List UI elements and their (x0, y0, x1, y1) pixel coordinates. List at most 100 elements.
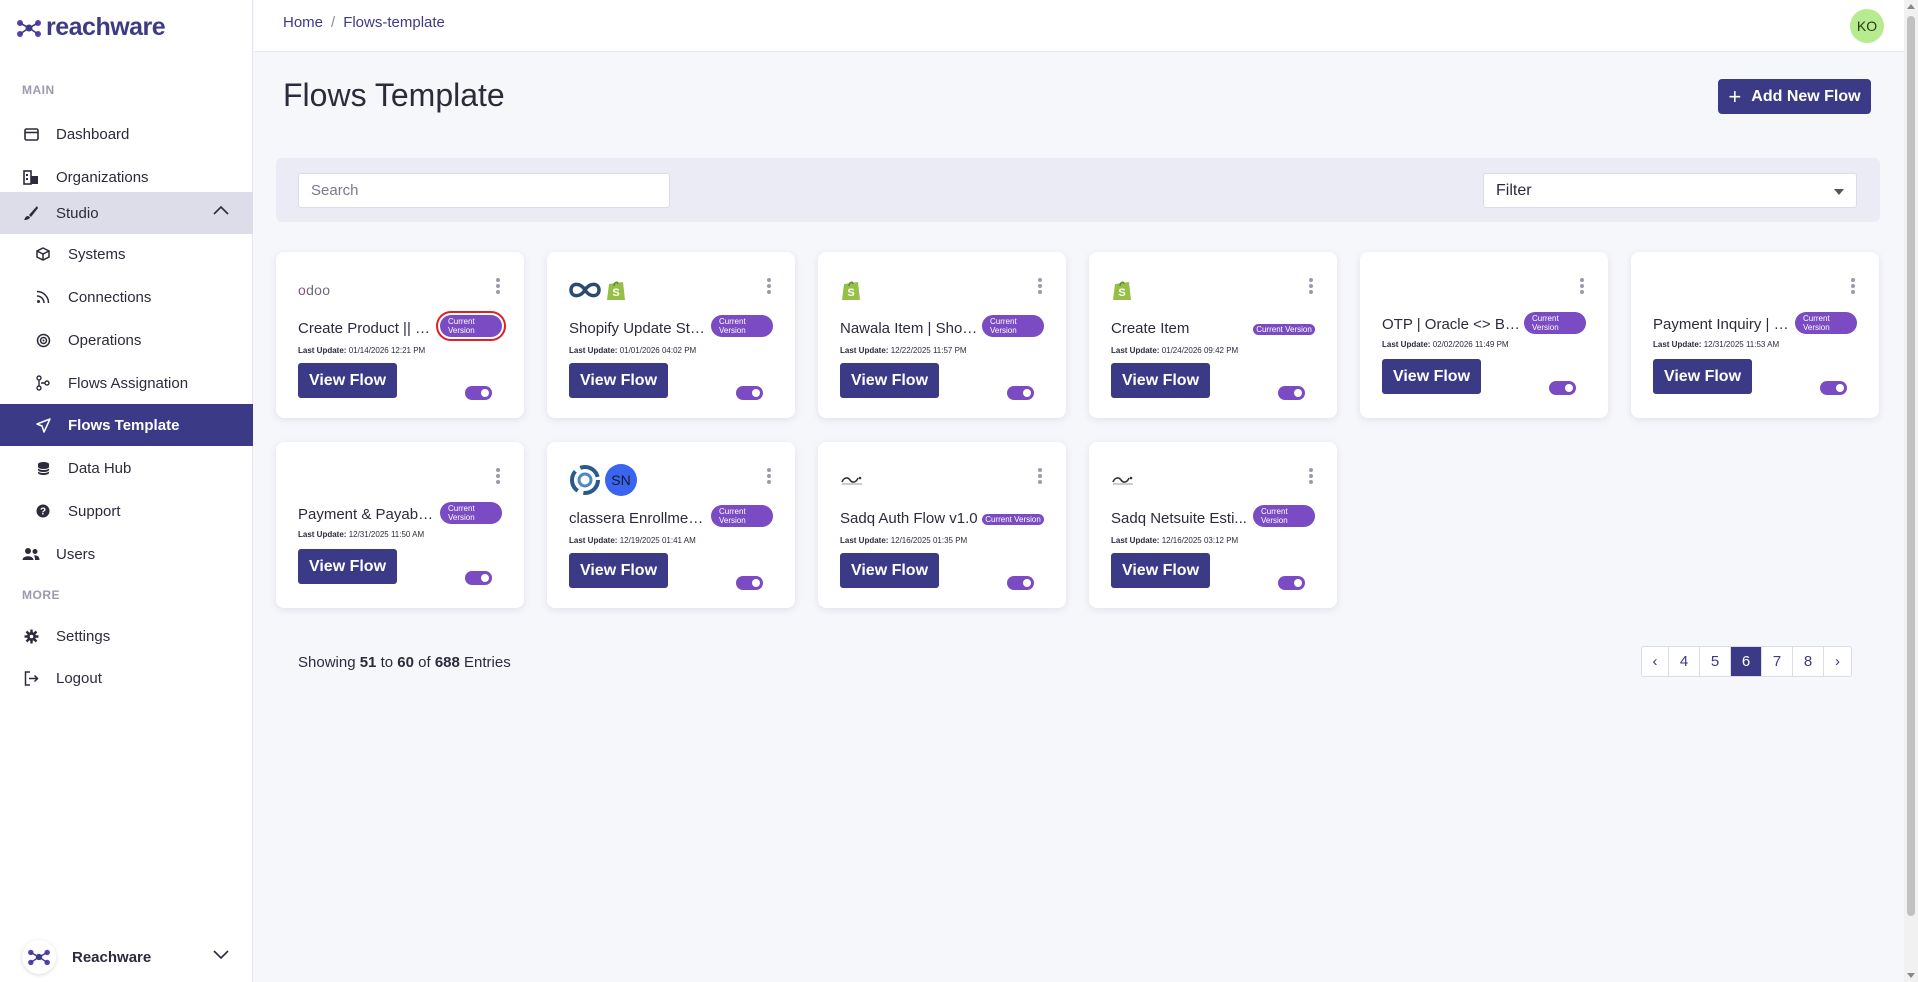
more-options-icon[interactable] (1038, 278, 1042, 294)
section-label-main: MAIN (22, 83, 55, 97)
view-flow-button[interactable]: View Flow (298, 549, 397, 584)
badge-line: Current (1532, 314, 1559, 323)
card-icons (840, 466, 864, 494)
sidebar-item-logout[interactable]: Logout (0, 657, 253, 699)
last-update: Last Update: 12/19/2025 01:41 AM (569, 536, 696, 545)
badge-line: Current Version (1256, 325, 1312, 334)
logout-icon (22, 669, 40, 687)
more-options-icon[interactable] (1580, 278, 1584, 294)
page-button[interactable]: 4 (1669, 647, 1700, 676)
shopify-logo-icon: S (842, 281, 860, 300)
enable-toggle[interactable] (1007, 386, 1034, 400)
users-icon (22, 545, 40, 563)
card-title: Payment & Payable... (298, 506, 436, 523)
last-update-value: 12/16/2025 03:12 PM (1161, 536, 1239, 545)
breadcrumb-current[interactable]: Flows-template (343, 14, 445, 31)
enable-toggle[interactable] (1549, 381, 1576, 395)
showing-from: 51 (359, 654, 377, 671)
flow-card: Payment Inquiry | O... Current Version La… (1631, 252, 1879, 418)
card-icons: S (569, 276, 627, 304)
enable-toggle[interactable] (736, 386, 763, 400)
badge-line: Version (719, 326, 746, 335)
more-options-icon[interactable] (1309, 468, 1313, 484)
sidebar-item-label: Logout (56, 669, 102, 687)
filter-select[interactable]: Filter (1483, 173, 1857, 208)
view-flow-button[interactable]: View Flow (1111, 553, 1210, 588)
last-update: Last Update: 01/24/2026 09:42 PM (1111, 346, 1238, 355)
topbar: Home / Flows-template KO (254, 0, 1904, 52)
breadcrumb-separator: / (331, 14, 336, 31)
gear-icon (22, 627, 40, 645)
sidebar-item-operations[interactable]: Operations (0, 319, 253, 361)
more-options-icon[interactable] (496, 278, 500, 294)
add-new-flow-button[interactable]: + Add New Flow (1718, 79, 1871, 114)
avatar[interactable]: KO (1850, 9, 1884, 43)
reachware-logo[interactable]: reachware (16, 13, 166, 42)
enable-toggle[interactable] (1278, 386, 1305, 400)
sidebar-item-settings[interactable]: Settings (0, 615, 253, 657)
next-page-button[interactable]: › (1824, 647, 1851, 676)
more-options-icon[interactable] (1851, 278, 1855, 294)
scrollbar[interactable] (1904, 0, 1918, 982)
view-flow-button[interactable]: View Flow (1382, 359, 1481, 394)
last-update-value: 12/22/2025 11:57 PM (890, 346, 967, 355)
scroll-down-icon[interactable] (1907, 973, 1915, 978)
sidebar-item-users[interactable]: Users (0, 533, 253, 575)
view-flow-button[interactable]: View Flow (1111, 363, 1210, 398)
prev-page-button[interactable]: ‹ (1642, 647, 1669, 676)
view-flow-button[interactable]: View Flow (1653, 359, 1752, 394)
enable-toggle[interactable] (1007, 576, 1034, 590)
current-version-badge: Current Version (982, 514, 1044, 525)
more-options-icon[interactable] (496, 468, 500, 484)
badge-line: Current (719, 317, 746, 326)
reachware-logo-icon (17, 19, 41, 37)
badge-line: Version (448, 326, 475, 335)
sidebar-item-data-hub[interactable]: Data Hub (0, 447, 253, 489)
more-options-icon[interactable] (1309, 278, 1313, 294)
current-version-badge: Current Version (1795, 312, 1857, 334)
sn-avatar: SN (605, 464, 637, 496)
flow-card: S Nawala Item | Shop... Current Version L… (818, 252, 1066, 418)
flow-card: OTP | Oracle <> Baw... CurrentVersion La… (1360, 252, 1608, 418)
page-button[interactable]: 8 (1793, 647, 1824, 676)
sidebar-item-flows-template[interactable]: Flows Template (0, 404, 253, 446)
enable-toggle[interactable] (1820, 381, 1847, 395)
breadcrumb-home[interactable]: Home (283, 14, 323, 31)
badge-line: Current (448, 317, 475, 326)
database-icon (34, 459, 52, 477)
view-flow-button[interactable]: View Flow (298, 363, 397, 398)
sidebar-item-dashboard[interactable]: Dashboard (0, 113, 253, 155)
scrollbar-thumb[interactable] (1907, 16, 1915, 916)
enable-toggle[interactable] (465, 571, 492, 585)
sidebar-item-systems[interactable]: Systems (0, 233, 253, 275)
box-icon (34, 245, 52, 263)
more-options-icon[interactable] (767, 278, 771, 294)
sidebar-item-studio[interactable]: Studio (0, 192, 253, 234)
more-options-icon[interactable] (767, 468, 771, 484)
more-options-icon[interactable] (1038, 468, 1042, 484)
sidebar-item-flows-assignation[interactable]: Flows Assignation (0, 362, 253, 404)
view-flow-button[interactable]: View Flow (569, 553, 668, 588)
page-button-current[interactable]: 6 (1731, 647, 1762, 676)
view-flow-button[interactable]: View Flow (569, 363, 668, 398)
last-update: Last Update: 02/02/2026 11:49 PM (1382, 340, 1509, 349)
page-button[interactable]: 7 (1762, 647, 1793, 676)
badge-line: Current (1261, 507, 1288, 516)
sidebar-item-support[interactable]: ? Support (0, 490, 253, 532)
badge-line: Version (1261, 516, 1288, 525)
search-input[interactable] (298, 173, 670, 208)
enable-toggle[interactable] (465, 386, 492, 400)
sadq-logo-icon (1112, 476, 1133, 485)
enable-toggle[interactable] (1278, 576, 1305, 590)
view-flow-button[interactable]: View Flow (840, 363, 939, 398)
view-flow-button[interactable]: View Flow (840, 553, 939, 588)
svg-text:?: ? (40, 507, 46, 518)
page-button[interactable]: 5 (1700, 647, 1731, 676)
sidebar-item-connections[interactable]: Connections (0, 276, 253, 318)
org-switcher[interactable]: Reachware (0, 936, 253, 978)
breadcrumb: Home / Flows-template (283, 14, 445, 31)
last-update: Last Update: 12/16/2025 03:12 PM (1111, 536, 1238, 545)
flow-card: Sadq Auth Flow v1.0 Current Version Last… (818, 442, 1066, 608)
scroll-up-icon[interactable] (1907, 4, 1915, 9)
enable-toggle[interactable] (736, 576, 763, 590)
